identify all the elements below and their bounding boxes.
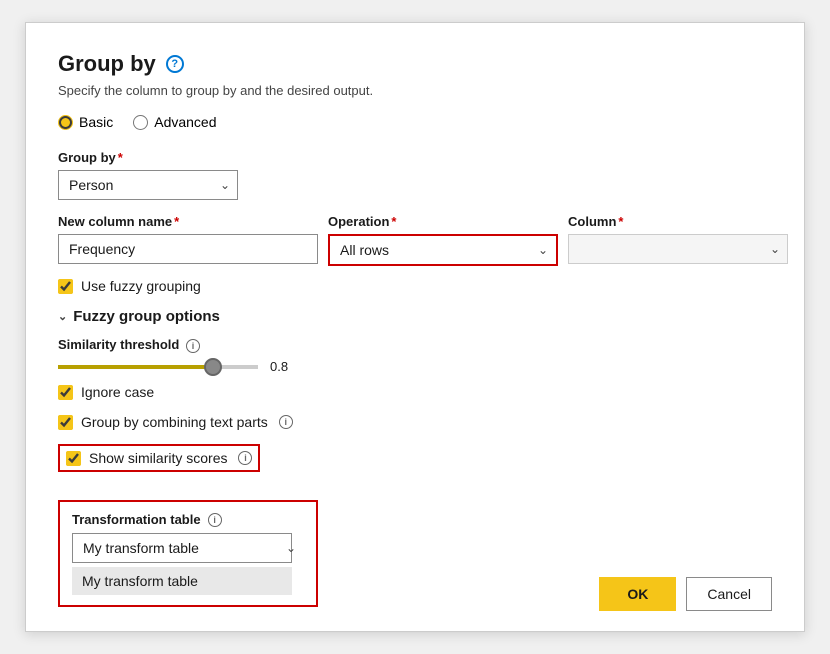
transformation-dropdown-item[interactable]: My transform table — [72, 567, 292, 595]
operation-label: Operation* — [328, 214, 558, 229]
ignore-case-row: Ignore case — [58, 384, 772, 400]
show-similarity-checkbox[interactable] — [66, 451, 81, 466]
show-similarity-row: Show similarity scores i — [58, 444, 260, 472]
new-column-section: New column name* — [58, 214, 318, 264]
new-column-input[interactable] — [58, 234, 318, 264]
fuzzy-grouping-label: Use fuzzy grouping — [81, 278, 201, 294]
three-col-row: New column name* Operation* All rows Sum… — [58, 214, 772, 266]
slider-container: 0.8 — [58, 359, 772, 374]
footer-buttons: OK Cancel — [599, 577, 772, 611]
advanced-label: Advanced — [154, 114, 216, 130]
group-by-select[interactable]: Person Name Category — [58, 170, 238, 200]
mode-radio-group: Basic Advanced — [58, 114, 772, 130]
transformation-select-wrapper: My transform table None ⌄ — [72, 533, 304, 563]
ok-button[interactable]: OK — [599, 577, 676, 611]
similarity-slider[interactable] — [58, 365, 258, 369]
group-by-section: Group by* Person Name Category ⌄ — [58, 150, 772, 200]
dialog-subtitle: Specify the column to group by and the d… — [58, 83, 772, 98]
ignore-case-checkbox[interactable] — [58, 385, 73, 400]
similarity-value: 0.8 — [270, 359, 288, 374]
column-section: Column* ⌄ — [568, 214, 788, 264]
cancel-button[interactable]: Cancel — [686, 577, 772, 611]
group-combining-label: Group by combining text parts — [81, 414, 268, 430]
advanced-radio[interactable] — [133, 115, 148, 130]
group-by-select-wrapper: Person Name Category ⌄ — [58, 170, 238, 200]
advanced-radio-label[interactable]: Advanced — [133, 114, 216, 130]
new-column-label: New column name* — [58, 214, 318, 229]
group-combining-info-icon[interactable]: i — [279, 415, 293, 429]
show-similarity-label: Show similarity scores — [89, 450, 227, 466]
fuzzy-grouping-checkbox[interactable] — [58, 279, 73, 294]
transformation-select[interactable]: My transform table None — [72, 533, 292, 563]
show-similarity-info-icon[interactable]: i — [238, 451, 252, 465]
dialog-title: Group by — [58, 51, 156, 77]
fuzzy-options-title: Fuzzy group options — [73, 308, 220, 325]
group-by-dialog: Group by ? Specify the column to group b… — [25, 22, 805, 632]
dialog-header: Group by ? — [58, 51, 772, 77]
group-combining-row: Group by combining text parts i — [58, 414, 772, 430]
help-icon[interactable]: ? — [166, 55, 184, 73]
transformation-table-section: Transformation table i My transform tabl… — [58, 500, 318, 607]
similarity-threshold-label: Similarity threshold i — [58, 337, 772, 353]
column-select-wrapper: ⌄ — [568, 234, 788, 264]
group-by-label: Group by* — [58, 150, 772, 165]
fuzzy-options-collapse-icon[interactable]: ⌄ — [58, 310, 67, 323]
operation-select[interactable]: All rows Sum Average Count Min Max — [330, 236, 550, 264]
basic-label: Basic — [79, 114, 113, 130]
fuzzy-grouping-row: Use fuzzy grouping — [58, 278, 772, 294]
operation-select-wrapper: All rows Sum Average Count Min Max ⌄ — [328, 234, 558, 266]
fuzzy-options-section: ⌄ Fuzzy group options Similarity thresho… — [58, 308, 772, 607]
transformation-table-label: Transformation table i — [72, 512, 304, 527]
fuzzy-options-header: ⌄ Fuzzy group options — [58, 308, 772, 325]
transformation-table-info-icon[interactable]: i — [208, 513, 222, 527]
basic-radio[interactable] — [58, 115, 73, 130]
column-label: Column* — [568, 214, 788, 229]
ignore-case-label: Ignore case — [81, 384, 154, 400]
basic-radio-label[interactable]: Basic — [58, 114, 113, 130]
operation-section: Operation* All rows Sum Average Count Mi… — [328, 214, 558, 266]
show-similarity-container: Show similarity scores i — [58, 444, 772, 486]
group-combining-checkbox[interactable] — [58, 415, 73, 430]
similarity-threshold-section: Similarity threshold i 0.8 — [58, 337, 772, 374]
similarity-threshold-info-icon[interactable]: i — [186, 339, 200, 353]
column-select[interactable] — [568, 234, 788, 264]
